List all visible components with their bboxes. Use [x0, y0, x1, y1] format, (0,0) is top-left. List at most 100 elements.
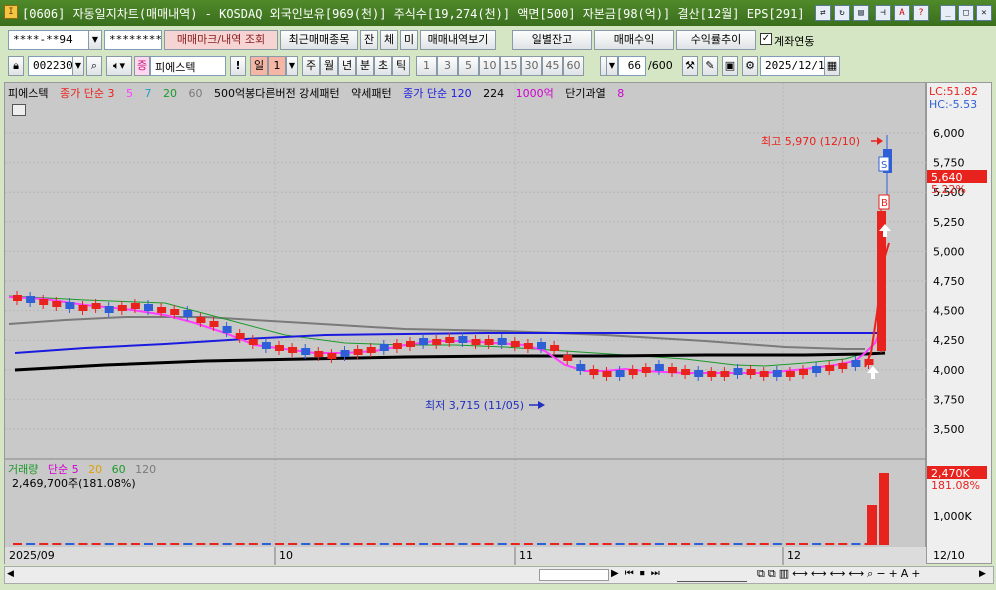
- volume-bar: [104, 543, 114, 545]
- refresh-icon[interactable]: ↻: [834, 5, 850, 21]
- playback-controls[interactable]: ▶⏮⏹⏭: [611, 568, 666, 579]
- price-chart[interactable]: 최고 5,970 (12/10) 최저 3,715 (11/05) S B 20…: [4, 82, 927, 565]
- trade-profit-button[interactable]: 매매수익: [594, 30, 674, 50]
- account-dropdown-icon[interactable]: ▼: [88, 30, 102, 50]
- scroll-right-icon[interactable]: ▶: [979, 569, 986, 579]
- zoom-slider[interactable]: [677, 568, 747, 582]
- volume-bar: [471, 543, 481, 545]
- search-icon[interactable]: ⌕: [86, 56, 102, 76]
- volume-bar: [196, 543, 206, 545]
- legend-bong: 500억봉다른버전 강세패턴: [213, 87, 340, 100]
- candle-body: [471, 339, 481, 345]
- volume-bar: [537, 543, 546, 545]
- candle-body: [523, 343, 533, 349]
- balance-button[interactable]: 잔: [360, 30, 378, 50]
- chart-tools-icons[interactable]: ⧉⧉▥⟷⟷⟷⟷⌕−+A+: [757, 567, 924, 581]
- recent-items-button[interactable]: 최근매매종목: [280, 30, 358, 50]
- market-badge-icon: 증: [134, 56, 150, 76]
- code-dropdown-icon[interactable]: ▼: [72, 56, 84, 76]
- account-input[interactable]: ****-**94: [8, 30, 90, 50]
- unfilled-button[interactable]: 미: [400, 30, 418, 50]
- close-button[interactable]: ✕: [976, 5, 992, 21]
- alert-icon[interactable]: !: [230, 56, 246, 76]
- candle-body: [117, 305, 127, 311]
- help-icon[interactable]: ?: [913, 5, 929, 21]
- candle-body: [196, 317, 206, 323]
- volume-bar: [366, 543, 376, 545]
- lock-icon[interactable]: 🔒︎: [8, 56, 24, 76]
- period-5-button[interactable]: 틱: [392, 56, 410, 76]
- count-input[interactable]: 66: [618, 56, 646, 76]
- volume-bar: [759, 543, 769, 545]
- legend-ma5: 5: [125, 87, 133, 100]
- interval-3-button[interactable]: 3: [437, 56, 458, 76]
- stock-name-field[interactable]: 피에스텍: [150, 56, 226, 76]
- interval-5-button[interactable]: 5: [458, 56, 479, 76]
- candle-body: [510, 341, 520, 347]
- tool-icon[interactable]: ⚒: [682, 56, 698, 76]
- candle-body: [602, 371, 612, 377]
- interval-45-button[interactable]: 45: [542, 56, 563, 76]
- save-icon[interactable]: ▣: [722, 56, 738, 76]
- link-icon[interactable]: ⇄: [815, 5, 831, 21]
- filled-button[interactable]: 체: [380, 30, 398, 50]
- trade-mark-button[interactable]: 매매마크/내역 조회: [164, 30, 278, 50]
- volume-bar: [432, 543, 442, 545]
- interval-15-button[interactable]: 15: [500, 56, 521, 76]
- account-link-checkbox[interactable]: ✓: [760, 33, 772, 45]
- calendar-icon[interactable]: ▦: [824, 56, 840, 76]
- font-icon[interactable]: A: [894, 5, 910, 21]
- interval-30-button[interactable]: 30: [521, 56, 542, 76]
- window-list-icon[interactable]: ▤: [853, 5, 869, 21]
- interval-dropdown-icon[interactable]: ▼: [606, 56, 618, 76]
- scroll-thumb[interactable]: [539, 569, 609, 581]
- price-tick-label: 3,500: [933, 423, 965, 436]
- pin-icon[interactable]: ⊣: [875, 5, 891, 21]
- table-icon[interactable]: [12, 104, 26, 116]
- legend-ma: 종가 단순 3: [59, 87, 115, 100]
- period-1-button[interactable]: 월: [320, 56, 338, 76]
- volume-bar: [838, 543, 848, 545]
- date-input[interactable]: 2025/12/10: [760, 56, 831, 76]
- price-tick-label: 6,000: [933, 127, 965, 140]
- draw-icon[interactable]: ✎: [702, 56, 718, 76]
- interval-10-button[interactable]: 10: [479, 56, 500, 76]
- speaker-icon[interactable]: 🔈︎▾: [106, 56, 132, 76]
- period-day-button[interactable]: 일: [250, 56, 268, 76]
- x-label-last: 12/10: [933, 549, 965, 562]
- maximize-button[interactable]: □: [958, 5, 974, 21]
- chart-scrollbar[interactable]: ◀ ▶⏮⏹⏭ ⧉⧉▥⟷⟷⟷⟷⌕−+A+ ▶: [4, 566, 994, 584]
- stock-code-input[interactable]: 002230: [28, 56, 74, 76]
- price-tick-label: 5,750: [933, 157, 965, 170]
- candle-body: [812, 366, 822, 373]
- daily-balance-button[interactable]: 일별잔고: [512, 30, 592, 50]
- candle-body: [209, 321, 219, 327]
- volume-bar: [65, 543, 75, 545]
- chart-svg: 최고 5,970 (12/10) 최저 3,715 (11/05) S B 20…: [5, 83, 927, 565]
- candle-body: [576, 364, 586, 371]
- period-3-button[interactable]: 분: [356, 56, 374, 76]
- period-2-button[interactable]: 년: [338, 56, 356, 76]
- period-dropdown-icon[interactable]: ▼: [286, 56, 298, 76]
- settings-icon[interactable]: ⚙: [742, 56, 758, 76]
- period-0-button[interactable]: 주: [302, 56, 320, 76]
- period-num[interactable]: 1: [268, 56, 286, 76]
- candle-body: [799, 369, 808, 375]
- candle-body: [497, 338, 507, 345]
- candle-body: [248, 339, 258, 345]
- candle-body: [104, 306, 114, 313]
- view-history-button[interactable]: 매매내역보기: [420, 30, 496, 50]
- volume-bar: [183, 543, 193, 545]
- candle-body: [366, 347, 376, 353]
- minimize-button[interactable]: _: [940, 5, 956, 21]
- volume-bar: [694, 543, 704, 545]
- return-trend-button[interactable]: 수익률추이: [676, 30, 756, 50]
- interval-1-button[interactable]: 1: [416, 56, 437, 76]
- volume-bar: [235, 543, 245, 545]
- legend-ma120: 종가 단순 120: [403, 87, 472, 100]
- scroll-left-icon[interactable]: ◀: [7, 569, 14, 579]
- period-4-button[interactable]: 초: [374, 56, 392, 76]
- interval-60-button[interactable]: 60: [563, 56, 584, 76]
- chart-toolbar: 🔒︎ 002230 ▼ ⌕ 🔈︎▾ 증 피에스텍 ! 일 1 ▼ 1 ▼ 66 …: [4, 56, 994, 78]
- password-input[interactable]: ********: [104, 30, 162, 50]
